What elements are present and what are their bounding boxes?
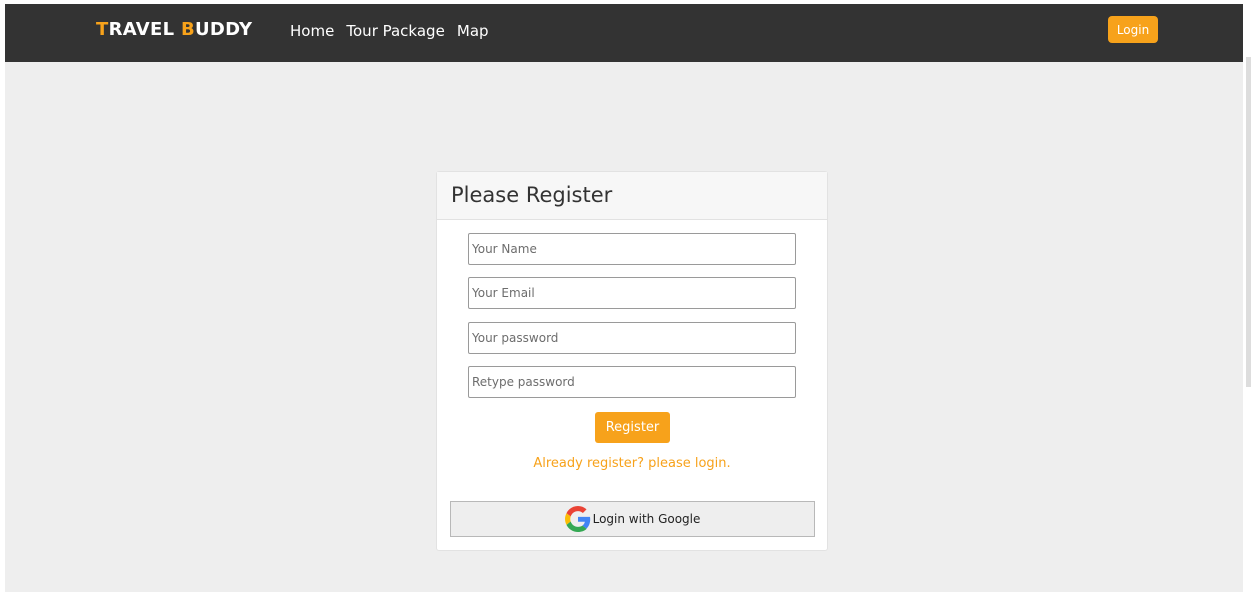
scrollbar[interactable]: [1246, 57, 1251, 387]
nav-link-home[interactable]: Home: [290, 22, 334, 40]
name-field[interactable]: [468, 233, 796, 265]
already-registered-link[interactable]: Already register? please login.: [437, 456, 827, 471]
brand-accent-t: T: [96, 19, 109, 40]
navbar: TRAVEL BUDDY Home Tour Package Map Login: [5, 4, 1243, 62]
retype-password-field[interactable]: [468, 366, 796, 398]
nav-link-tour-package[interactable]: Tour Package: [346, 22, 444, 40]
form-title: Please Register: [451, 183, 613, 207]
register-card: Please Register Register Already registe…: [436, 171, 828, 551]
nav-login-button[interactable]: Login: [1108, 16, 1158, 43]
password-field[interactable]: [468, 322, 796, 354]
nav-links: Home Tour Package Map: [290, 21, 496, 40]
email-field[interactable]: [468, 277, 796, 309]
google-login-label: Login with Google: [592, 512, 701, 526]
google-login-button[interactable]: Login with Google: [450, 501, 815, 537]
nav-link-map[interactable]: Map: [457, 22, 489, 40]
brand-logo[interactable]: TRAVEL BUDDY: [96, 19, 252, 40]
brand-accent-b: B: [180, 19, 195, 40]
card-header: Please Register: [437, 172, 827, 220]
google-icon: [564, 506, 591, 532]
brand-word-buddy: UDDY: [194, 19, 253, 40]
page-background: TRAVEL BUDDY Home Tour Package Map Login…: [5, 4, 1243, 592]
register-button[interactable]: Register: [595, 412, 670, 443]
brand-word-travel: RAVEL: [108, 19, 181, 40]
